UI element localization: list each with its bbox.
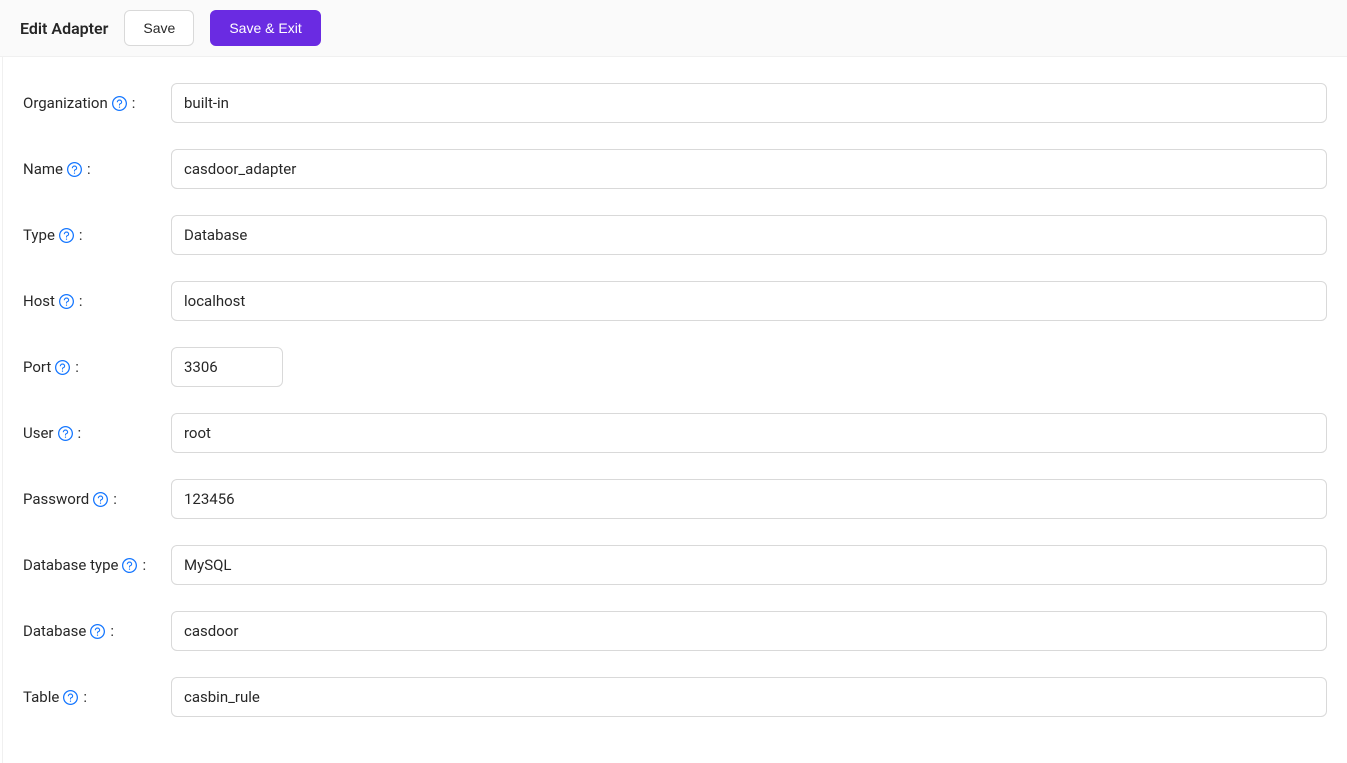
help-icon[interactable] — [93, 492, 108, 507]
help-icon[interactable] — [67, 162, 82, 177]
colon: : — [132, 94, 136, 112]
form-container: Organization : built-in Name : Type — [2, 57, 1347, 763]
label-text: Organization — [23, 94, 108, 112]
help-icon[interactable] — [59, 228, 74, 243]
type-label: Type : — [23, 226, 171, 244]
label-text: Database — [23, 622, 86, 640]
database-type-label: Database type : — [23, 556, 171, 574]
label-text: Port — [23, 358, 51, 376]
type-control: Database — [171, 215, 1327, 255]
label-text: User — [23, 424, 54, 442]
label-text: Table — [23, 688, 59, 706]
user-input[interactable] — [171, 413, 1327, 453]
type-row: Type : Database — [23, 215, 1327, 255]
help-icon[interactable] — [90, 624, 105, 639]
password-label: Password : — [23, 490, 171, 508]
organization-label: Organization : — [23, 94, 171, 112]
help-icon[interactable] — [55, 360, 70, 375]
table-row: Table : — [23, 677, 1327, 717]
save-and-exit-button[interactable]: Save & Exit — [210, 10, 320, 46]
name-input[interactable] — [171, 149, 1327, 189]
password-input[interactable] — [171, 479, 1327, 519]
label-text: Name — [23, 160, 63, 178]
page-title: Edit Adapter — [20, 19, 108, 38]
table-input[interactable] — [171, 677, 1327, 717]
colon: : — [83, 688, 87, 706]
header-bar: Edit Adapter Save Save & Exit — [0, 0, 1347, 57]
organization-control: built-in — [171, 83, 1327, 123]
database-input[interactable] — [171, 611, 1327, 651]
colon: : — [79, 292, 83, 310]
label-text: Database type — [23, 556, 118, 574]
password-control — [171, 479, 1327, 519]
label-text: Type — [23, 226, 55, 244]
name-label: Name : — [23, 160, 171, 178]
colon: : — [113, 490, 117, 508]
host-input[interactable] — [171, 281, 1327, 321]
port-control — [171, 347, 1327, 387]
save-button[interactable]: Save — [124, 10, 194, 46]
label-text: Password — [23, 490, 89, 508]
label-text: Host — [23, 292, 55, 310]
help-icon[interactable] — [122, 558, 137, 573]
table-label: Table : — [23, 688, 171, 706]
database-type-row: Database type : MySQL — [23, 545, 1327, 585]
colon: : — [79, 226, 83, 244]
port-row: Port : — [23, 347, 1327, 387]
colon: : — [142, 556, 146, 574]
help-icon[interactable] — [58, 426, 73, 441]
name-control — [171, 149, 1327, 189]
colon: : — [75, 358, 79, 376]
organization-row: Organization : built-in — [23, 83, 1327, 123]
password-row: Password : — [23, 479, 1327, 519]
type-select[interactable]: Database — [171, 215, 1327, 255]
help-icon[interactable] — [59, 294, 74, 309]
help-icon[interactable] — [112, 96, 127, 111]
name-row: Name : — [23, 149, 1327, 189]
colon: : — [110, 622, 114, 640]
colon: : — [78, 424, 82, 442]
port-label: Port : — [23, 358, 171, 376]
user-row: User : — [23, 413, 1327, 453]
host-label: Host : — [23, 292, 171, 310]
colon: : — [87, 160, 91, 178]
database-type-select[interactable]: MySQL — [171, 545, 1327, 585]
database-row: Database : — [23, 611, 1327, 651]
help-icon[interactable] — [63, 690, 78, 705]
database-type-control: MySQL — [171, 545, 1327, 585]
user-control — [171, 413, 1327, 453]
database-control — [171, 611, 1327, 651]
host-control — [171, 281, 1327, 321]
table-control — [171, 677, 1327, 717]
host-row: Host : — [23, 281, 1327, 321]
port-input[interactable] — [171, 347, 283, 387]
organization-select[interactable]: built-in — [171, 83, 1327, 123]
database-label: Database : — [23, 622, 171, 640]
user-label: User : — [23, 424, 171, 442]
